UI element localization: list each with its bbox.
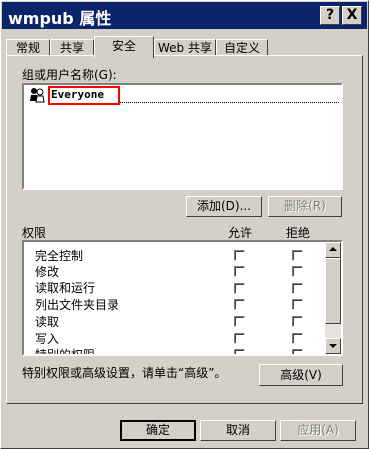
remove-button[interactable]: 删除(R) <box>268 196 342 217</box>
permissions-scrollbar[interactable] <box>325 242 341 354</box>
allow-checkbox-full-control[interactable] <box>234 250 245 261</box>
users-label: 组或用户名称(G): <box>22 68 117 82</box>
deny-checkbox-read-execute[interactable] <box>292 283 303 294</box>
allow-checkbox-read-execute[interactable] <box>234 283 245 294</box>
deny-checkbox-list-folder[interactable] <box>292 299 303 310</box>
perm-full-control: 完全控制 <box>35 249 84 263</box>
tab-security[interactable]: 安全 <box>94 36 154 58</box>
cancel-button[interactable]: 取消 <box>200 420 276 441</box>
perm-list-folder: 列出文件夹目录 <box>35 298 120 312</box>
perm-modify: 修改 <box>35 265 60 279</box>
advanced-button[interactable]: 高级(V) <box>259 364 343 386</box>
advanced-hint: 特别权限或高级设置，请单击“高级”。 <box>22 366 227 380</box>
window-title: wmpub 属性 <box>8 9 112 28</box>
deny-checkbox-special[interactable] <box>292 349 303 354</box>
add-button[interactable]: 添加(D)... <box>186 196 262 217</box>
scroll-down-button[interactable] <box>325 338 341 354</box>
allow-checkbox-read[interactable] <box>234 316 245 327</box>
tab-custom[interactable]: 自定义 <box>216 39 268 56</box>
perm-read: 读取 <box>35 315 60 329</box>
deny-checkbox-full-control[interactable] <box>292 250 303 261</box>
tab-web-sharing[interactable]: Web 共享 <box>154 39 216 56</box>
allow-checkbox-special[interactable] <box>234 349 245 354</box>
arrow-up-icon <box>329 247 337 251</box>
allow-checkbox-modify[interactable] <box>234 266 245 277</box>
perm-special: 特别的权限 <box>35 348 96 356</box>
help-button[interactable]: ? <box>320 6 340 25</box>
close-button[interactable]: X <box>342 6 362 25</box>
allow-checkbox-write[interactable] <box>234 333 245 344</box>
ok-button[interactable]: 确定 <box>120 420 196 441</box>
deny-header: 拒绝 <box>286 226 311 240</box>
allow-checkbox-list-folder[interactable] <box>234 299 245 310</box>
user-item-everyone[interactable]: Everyone <box>51 88 104 101</box>
selection-focus-line <box>120 102 339 103</box>
deny-checkbox-read[interactable] <box>292 316 303 327</box>
deny-checkbox-write[interactable] <box>292 333 303 344</box>
allow-header: 允许 <box>228 226 253 240</box>
scroll-thumb[interactable] <box>325 258 341 324</box>
permissions-list[interactable]: 完全控制 修改 读取和运行 列出文件夹目录 读取 写入 特别的权限 <box>22 240 343 356</box>
tab-general[interactable]: 常规 <box>6 39 50 56</box>
user-group-icon <box>29 87 45 103</box>
tab-sharing[interactable]: 共享 <box>50 39 94 56</box>
title-bar[interactable]: wmpub 属性 ? X <box>2 2 367 29</box>
permissions-header: 权限 <box>22 226 47 240</box>
arrow-down-icon <box>329 344 337 348</box>
perm-read-execute: 读取和运行 <box>35 281 96 295</box>
scroll-up-button[interactable] <box>325 242 341 258</box>
deny-checkbox-modify[interactable] <box>292 266 303 277</box>
users-listbox[interactable]: Everyone <box>22 83 343 190</box>
apply-button[interactable]: 应用(A) <box>280 420 356 441</box>
perm-write: 写入 <box>35 332 60 346</box>
